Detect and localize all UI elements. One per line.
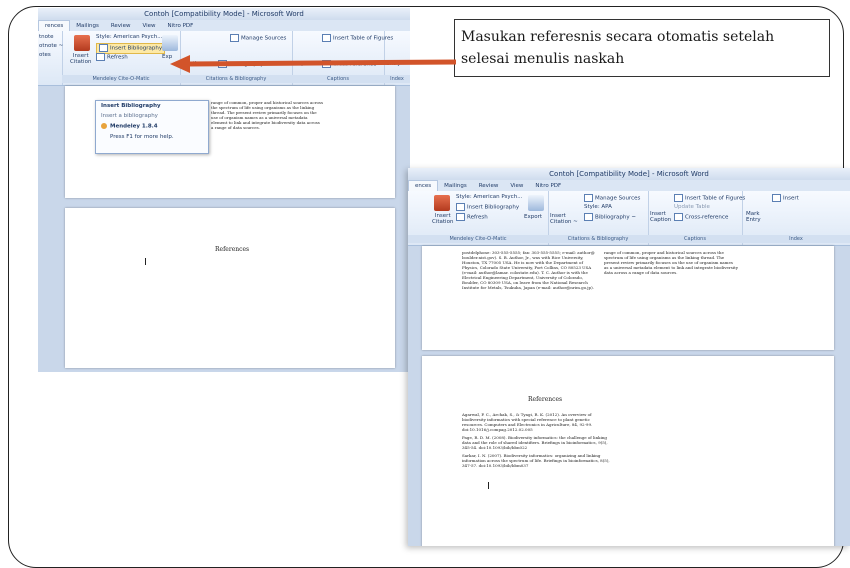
tooltip-title: Insert Bibliography [101, 103, 161, 109]
index-group-2: Mark Entry Insert Index [742, 191, 850, 245]
insert-caption-button-2[interactable]: Insert Caption [650, 211, 671, 223]
captions-group-2: Insert Table of Figures Update Table Ins… [648, 191, 745, 245]
page1b-right-column: range of common, proper and historical s… [604, 250, 738, 275]
ribbon-tabs-2: ences Mailings Review View Nitro PDF [408, 180, 850, 192]
manage-sources-button-2[interactable]: Manage Sources [584, 194, 640, 203]
mendeley-item-label: Mendeley 1.8.4 [110, 123, 158, 130]
bibliography-icon-2 [456, 203, 465, 211]
refresh-label-2: Refresh [467, 214, 488, 221]
export-icon [162, 35, 178, 51]
export-button-2[interactable]: Export [524, 213, 542, 221]
document-page-2[interactable]: References [65, 208, 395, 368]
style-apa-dropdown[interactable]: Style: APA [584, 203, 612, 211]
window-title: Contoh [Compatibility Mode] - Microsoft … [38, 8, 410, 20]
reference-entry: Page, R. D. M. (2008). Biodiversity info… [462, 435, 608, 450]
reference-list: Agarwal, P. C., Archak, S., & Tyagi, R. … [462, 412, 612, 471]
manage-sources-label: Manage Sources [241, 35, 287, 42]
insert-bibliography-button-2[interactable]: Insert Bibliography [456, 203, 519, 212]
group-label-mendeley: Mendeley Cite-O-Matic [62, 75, 180, 83]
group-label-citations-2: Citations & Bibliography [548, 235, 648, 243]
window-title-2: Contoh [Compatibility Mode] - Microsoft … [408, 168, 850, 180]
refresh-icon [96, 53, 105, 61]
citations-group-2: Manage Sources Style: APA Insert Citatio… [548, 191, 649, 245]
insert-table-of-figures-label-2: Insert Table of Figures [685, 195, 746, 202]
insert-citation-icon-2 [434, 195, 450, 211]
style-dropdown[interactable]: Style: American Psych... [96, 33, 162, 41]
bibliography-button-2[interactable]: Bibliography ~ [584, 213, 636, 222]
next-footnote-button[interactable]: otnote ~ [39, 42, 63, 50]
refresh-button[interactable]: Refresh [96, 53, 128, 62]
text-cursor-2 [488, 482, 489, 489]
insert-bibliography-tooltip: Insert Bibliography Insert a bibliograph… [95, 100, 209, 154]
page1-right-column: range of common, proper and historical s… [211, 100, 323, 130]
cross-reference-label-2: Cross-reference [685, 214, 729, 221]
tooltip-help: Press F1 for more help. [110, 133, 174, 140]
arrow-head [170, 55, 190, 73]
footnotes-group: tnote otnote ~ otes [38, 31, 63, 85]
mendeley-icon [101, 123, 107, 129]
bibliography-icon [99, 44, 108, 52]
reference-entry: Agarwal, P. C., Archak, S., & Tyagi, R. … [462, 412, 593, 432]
refresh-button-2[interactable]: Refresh [456, 213, 488, 222]
insert-citation-button[interactable]: Insert Citation [70, 53, 91, 65]
group-label-captions: Captions [292, 75, 384, 83]
insert-bibliography-label: Insert Bibliography [110, 45, 163, 52]
mendeley-group-2: Insert Citation Style: American Psych...… [408, 191, 549, 245]
manage-sources-button[interactable]: Manage Sources [230, 34, 286, 43]
references-heading: References [215, 246, 250, 253]
manage-sources-icon [230, 34, 239, 42]
insert-citation-dropdown-2[interactable]: Insert Citation ~ [550, 213, 578, 225]
show-notes-button[interactable]: otes [39, 51, 51, 59]
ribbon-2: Insert Citation Style: American Psych...… [408, 191, 850, 246]
group-label-citations: Citations & Bibliography [180, 75, 292, 83]
callout-text: Masukan referesnis secara otomatis setel… [461, 29, 775, 67]
mendeley-group: Insert Citation Style: American Psych...… [62, 31, 181, 85]
table-of-figures-icon-2 [674, 194, 683, 202]
group-label-captions-2: Captions [648, 235, 742, 243]
insert-bibliography-button[interactable]: Insert Bibliography [96, 43, 166, 54]
manage-sources-label-2: Manage Sources [595, 195, 641, 202]
group-label-mendeley-2: Mendeley Cite-O-Matic [408, 235, 548, 243]
insert-index-label: Insert [783, 195, 799, 202]
reference-entry: Sarkar, I. N. (2007). Biodiversity infor… [462, 453, 610, 468]
insert-citation-icon [74, 35, 90, 51]
insert-index-icon [772, 194, 781, 202]
document-page-1b[interactable]: postdelphone: 303-555-5555; fax: 303-555… [422, 246, 834, 350]
bibliography-label-2: Bibliography ~ [595, 214, 636, 221]
insert-table-of-figures-button-2[interactable]: Insert Table of Figures [674, 194, 745, 203]
tooltip-mendeley-item: Mendeley 1.8.4 [96, 121, 208, 132]
callout-box: Masukan referesnis secara otomatis setel… [454, 19, 830, 77]
update-table-button[interactable]: Update Table [674, 203, 710, 211]
document-page-2b[interactable]: References Agarwal, P. C., Archak, S., &… [422, 356, 834, 546]
insert-index-button[interactable]: Insert [772, 194, 799, 203]
table-of-figures-icon [322, 34, 331, 42]
page1b-left-column: postdelphone: 303-555-5555; fax: 303-555… [462, 250, 595, 290]
insert-table-of-figures-button[interactable]: Insert Table of Figures [322, 34, 393, 43]
insert-citation-button-2[interactable]: Insert Citation [432, 213, 453, 225]
group-label-index: Index [384, 75, 410, 83]
group-label-index-2: Index [742, 235, 850, 243]
refresh-icon-2 [456, 213, 465, 221]
refresh-label: Refresh [107, 54, 128, 61]
insert-footnote-button[interactable]: tnote [39, 33, 54, 41]
style-dropdown-2[interactable]: Style: American Psych... [456, 193, 522, 201]
document-workspace: email: author@ ... St, TX 77005 ... Colo… [38, 86, 410, 372]
manage-sources-icon-2 [584, 194, 593, 202]
document-workspace-2: postdelphone: 303-555-5555; fax: 303-555… [408, 246, 850, 546]
cross-reference-button-2[interactable]: Cross-reference [674, 213, 728, 222]
ribbon-tabs: rences Mailings Review View Nitro PDF [38, 20, 410, 32]
tooltip-description: Insert a bibliography [101, 113, 158, 119]
word-window-front: Contoh [Compatibility Mode] - Microsoft … [408, 168, 850, 546]
export-icon-2 [528, 195, 544, 211]
text-cursor [145, 258, 146, 265]
cross-reference-icon-2 [674, 213, 683, 221]
mark-entry-button-2[interactable]: Mark Entry [746, 211, 761, 223]
arrow-icon [170, 55, 457, 73]
bibliography-dropdown-icon-2 [584, 213, 593, 221]
references-heading-2: References [528, 396, 563, 403]
arrow-shaft [187, 59, 457, 67]
insert-bibliography-label-2: Insert Bibliography [467, 204, 520, 211]
